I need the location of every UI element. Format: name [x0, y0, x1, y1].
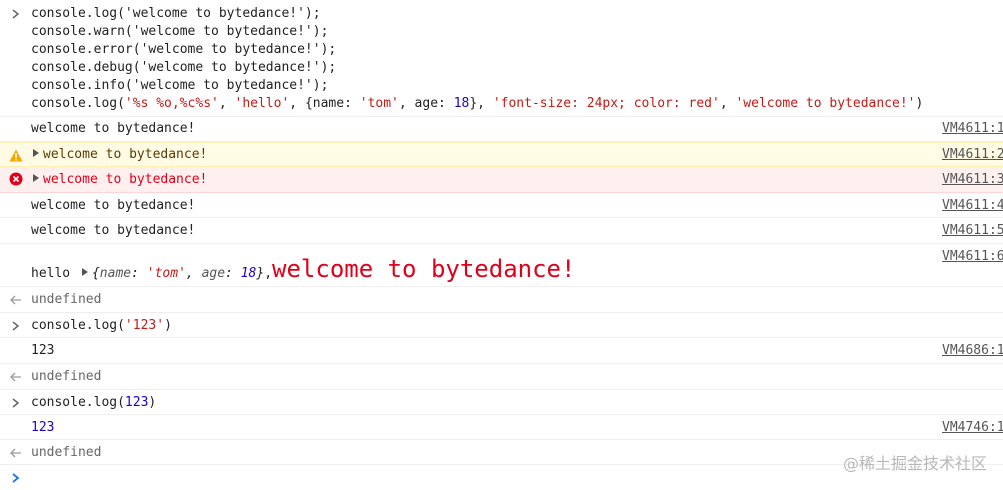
- console-message-log: welcome to bytedance! VM4611:1: [0, 117, 1003, 142]
- message-number: 123: [31, 420, 55, 435]
- styled-text: welcome to bytedance!: [272, 255, 576, 283]
- code-line: console.log('123'): [31, 318, 172, 333]
- code-line-3: console.error('welcome to bytedance!');: [31, 42, 337, 57]
- code-line-5: console.info('welcome to bytedance!');: [31, 78, 329, 93]
- code-line-2: console.warn('welcome to bytedance!');: [31, 24, 329, 39]
- watermark: @稀土掘金技术社区: [842, 454, 987, 473]
- error-icon: [8, 171, 24, 187]
- source-link[interactable]: VM4611:3: [942, 171, 1003, 189]
- console-message-info: welcome to bytedance! VM4611:5: [0, 218, 1003, 244]
- console-message-log: 123 VM4686:1: [0, 338, 1003, 364]
- code-line-4: console.debug('welcome to bytedance!');: [31, 60, 337, 75]
- console-message-log: 123 VM4746:1: [0, 415, 1003, 440]
- formatted-message: hello {name: 'tom', age: 18},welcome to …: [31, 255, 576, 283]
- console-message-error: welcome to bytedance! VM4611:3: [0, 167, 1003, 193]
- hello-text: hello: [31, 266, 71, 281]
- message-text: welcome to bytedance!: [31, 121, 196, 136]
- result-text: undefined: [31, 445, 102, 460]
- source-link[interactable]: VM4611:1: [942, 120, 1003, 138]
- console-input-1[interactable]: console.log('welcome to bytedance!'); co…: [0, 0, 1003, 117]
- chevron-right-icon: [8, 470, 24, 486]
- code-line-1: console.log('welcome to bytedance!');: [31, 6, 321, 21]
- code-line: console.log(123): [31, 395, 157, 410]
- return-arrow-icon: [8, 369, 24, 385]
- source-link[interactable]: VM4611:5: [942, 222, 1003, 240]
- console-input-2[interactable]: console.log('123'): [0, 313, 1003, 338]
- chevron-right-icon: [8, 395, 24, 411]
- console-message-warning: welcome to bytedance! VM4611:2: [0, 142, 1003, 167]
- message-text: 123: [31, 343, 55, 358]
- console-message-formatted: hello {name: 'tom', age: 18},welcome to …: [0, 244, 1003, 287]
- return-arrow-icon: [8, 292, 24, 308]
- object-preview[interactable]: {name: 'tom', age: 18}: [81, 266, 264, 281]
- chevron-right-icon: [8, 6, 24, 22]
- source-link[interactable]: VM4611:6: [942, 248, 1003, 266]
- code-line-6: console.log('%s %o,%c%s', 'hello', {name…: [31, 96, 924, 111]
- source-link[interactable]: VM4611:4: [942, 197, 1003, 215]
- message-text: welcome to bytedance!: [31, 223, 196, 238]
- source-link[interactable]: VM4746:1: [942, 419, 1003, 437]
- message-text[interactable]: welcome to bytedance!: [33, 171, 207, 189]
- message-text: welcome to bytedance!: [31, 198, 196, 213]
- source-link[interactable]: VM4611:2: [942, 146, 1003, 164]
- result-text: undefined: [31, 292, 102, 307]
- source-link[interactable]: VM4686:1: [942, 342, 1003, 360]
- return-arrow-icon: [8, 445, 24, 461]
- console-result-2: undefined: [0, 364, 1003, 390]
- warning-icon: [8, 147, 24, 163]
- result-text: undefined: [31, 369, 102, 384]
- triangle-right-icon[interactable]: [33, 174, 39, 182]
- chevron-right-icon: [8, 318, 24, 334]
- message-text[interactable]: welcome to bytedance!: [33, 146, 207, 164]
- triangle-right-icon[interactable]: [81, 268, 88, 276]
- console-input-3[interactable]: console.log(123): [0, 390, 1003, 415]
- triangle-right-icon[interactable]: [33, 149, 39, 157]
- console-result-1: undefined: [0, 287, 1003, 313]
- console-message-debug: welcome to bytedance! VM4611:4: [0, 193, 1003, 218]
